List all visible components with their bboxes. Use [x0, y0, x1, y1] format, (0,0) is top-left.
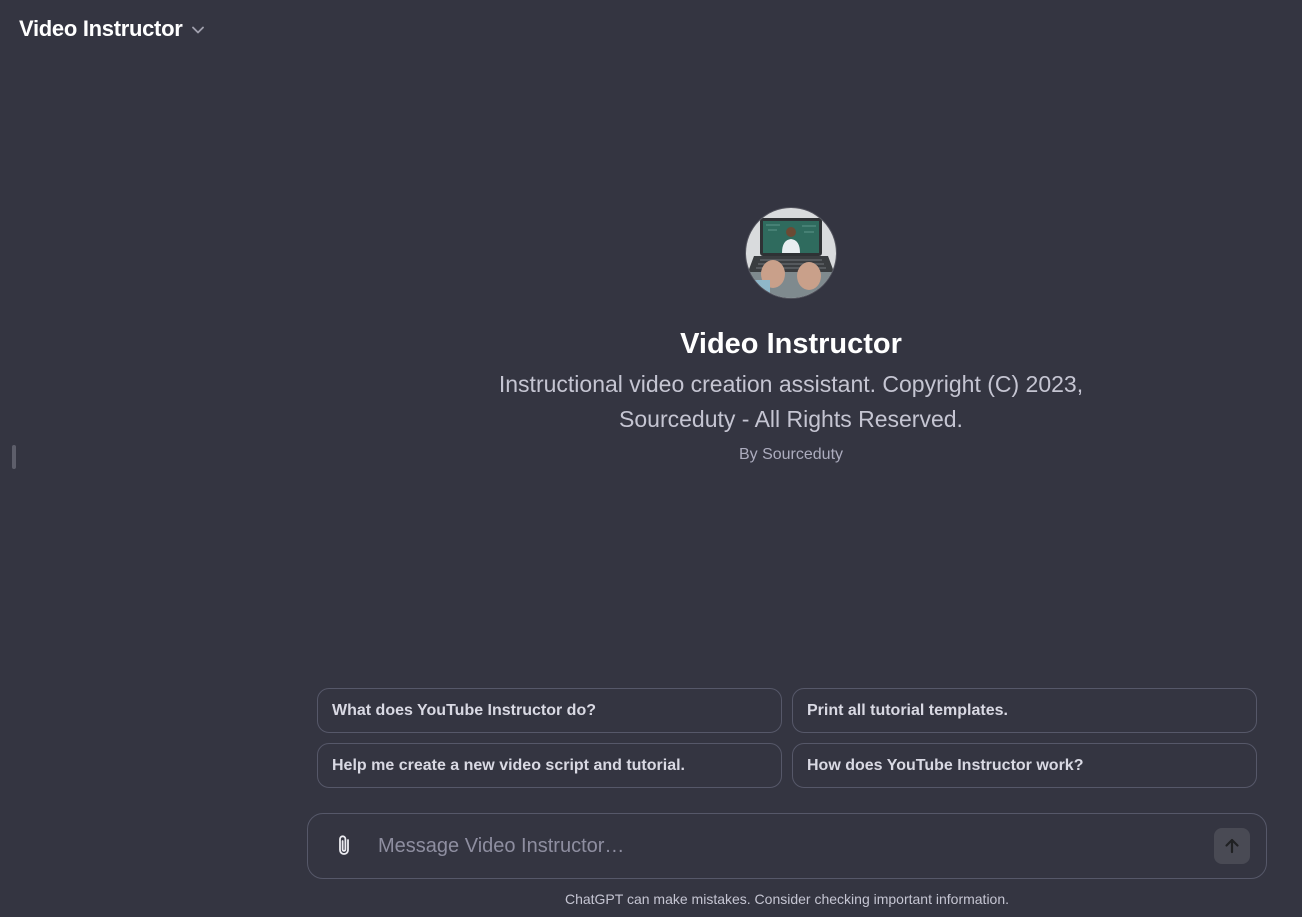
starter-button[interactable]: What does YouTube Instructor do?	[317, 688, 782, 733]
gpt-title: Video Instructor	[19, 16, 183, 41]
starter-button[interactable]: How does YouTube Instructor work?	[792, 743, 1257, 788]
paperclip-icon[interactable]	[332, 834, 356, 858]
send-button[interactable]	[1214, 828, 1250, 864]
gpt-avatar	[746, 208, 836, 298]
sidebar-toggle-handle[interactable]	[12, 445, 16, 469]
starter-button[interactable]: Print all tutorial templates.	[792, 688, 1257, 733]
gpt-name: Video Instructor	[680, 328, 902, 360]
arrow-up-icon	[1225, 838, 1239, 854]
chevron-down-icon	[191, 23, 205, 37]
starter-button[interactable]: Help me create a new video script and tu…	[317, 743, 782, 788]
gpt-title-dropdown[interactable]: Video Instructor	[19, 16, 205, 42]
message-input[interactable]	[376, 833, 1214, 859]
conversation-starters: What does YouTube Instructor do? Print a…	[317, 688, 1257, 788]
gpt-description: Instructional video creation assistant. …	[498, 371, 1084, 432]
gpt-intro: Video Instructor Instructional video cre…	[490, 208, 1092, 464]
message-composer	[307, 813, 1267, 879]
disclaimer: ChatGPT can make mistakes. Consider chec…	[564, 891, 1010, 907]
gpt-author: By Sourceduty	[738, 446, 844, 463]
